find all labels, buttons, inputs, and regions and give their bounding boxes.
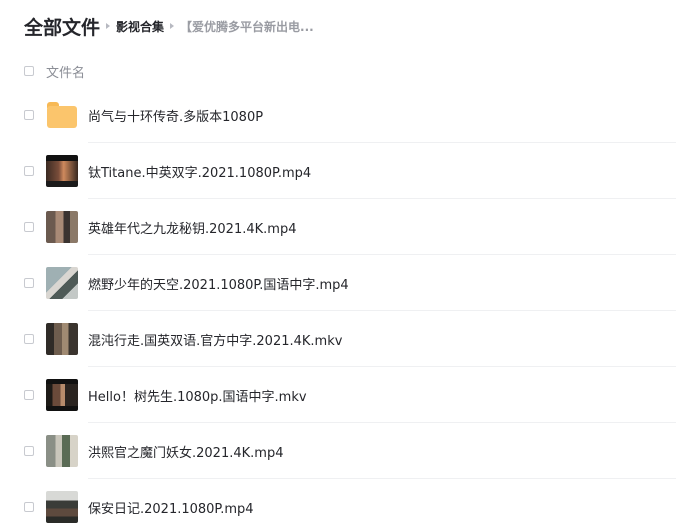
breadcrumb-current[interactable]: 【爱优腾多平台新出电... <box>180 18 314 35</box>
column-header-filename[interactable]: 文件名 <box>46 62 85 81</box>
row-checkbox[interactable] <box>24 334 34 344</box>
file-name[interactable]: Hello！树先生.1080p.国语中字.mkv <box>88 386 307 405</box>
file-name[interactable]: 混沌行走.国英双语.官方中字.2021.4K.mkv <box>88 330 342 349</box>
row-checkbox[interactable] <box>24 390 34 400</box>
file-row[interactable]: 钛Titane.中英双字.2021.1080P.mp4 <box>0 143 676 199</box>
file-browser: 全部文件 影视合集 【爱优腾多平台新出电... 文件名 尚气与十环传奇.多版本1… <box>0 0 676 531</box>
breadcrumb: 全部文件 影视合集 【爱优腾多平台新出电... <box>24 12 314 40</box>
file-name[interactable]: 燃野少年的天空.2021.1080P.国语中字.mp4 <box>88 274 349 293</box>
breadcrumb-separator-icon <box>106 23 111 29</box>
file-row[interactable]: 洪熙官之魔门妖女.2021.4K.mp4 <box>0 423 676 479</box>
file-name[interactable]: 保安日记.2021.1080P.mp4 <box>88 498 254 517</box>
file-row[interactable]: 英雄年代之九龙秘钥.2021.4K.mp4 <box>0 199 676 255</box>
file-row[interactable]: Hello！树先生.1080p.国语中字.mkv <box>0 367 676 423</box>
file-name[interactable]: 钛Titane.中英双字.2021.1080P.mp4 <box>88 162 311 181</box>
row-checkbox[interactable] <box>24 446 34 456</box>
breadcrumb-root[interactable]: 全部文件 <box>24 13 100 40</box>
video-thumbnail <box>46 379 78 411</box>
video-thumbnail <box>46 491 78 523</box>
row-checkbox[interactable] <box>24 278 34 288</box>
select-all-checkbox[interactable] <box>24 66 34 76</box>
video-thumbnail <box>46 323 78 355</box>
file-row[interactable]: 混沌行走.国英双语.官方中字.2021.4K.mkv <box>0 311 676 367</box>
breadcrumb-separator-icon <box>170 23 175 29</box>
list-header: 文件名 <box>0 58 676 84</box>
file-row[interactable]: 保安日记.2021.1080P.mp4 <box>0 479 676 531</box>
video-thumbnail <box>46 211 78 243</box>
video-thumbnail <box>46 155 78 187</box>
file-list: 尚气与十环传奇.多版本1080P 钛Titane.中英双字.2021.1080P… <box>0 87 676 531</box>
file-name[interactable]: 尚气与十环传奇.多版本1080P <box>88 106 263 125</box>
file-name[interactable]: 英雄年代之九龙秘钥.2021.4K.mp4 <box>88 218 296 237</box>
row-checkbox[interactable] <box>24 166 34 176</box>
file-row[interactable]: 燃野少年的天空.2021.1080P.国语中字.mp4 <box>0 255 676 311</box>
row-checkbox[interactable] <box>24 222 34 232</box>
row-checkbox[interactable] <box>24 110 34 120</box>
video-thumbnail <box>46 267 78 299</box>
breadcrumb-folder[interactable]: 影视合集 <box>116 18 164 35</box>
row-checkbox[interactable] <box>24 502 34 512</box>
file-row[interactable]: 尚气与十环传奇.多版本1080P <box>0 87 676 143</box>
video-thumbnail <box>46 435 78 467</box>
file-name[interactable]: 洪熙官之魔门妖女.2021.4K.mp4 <box>88 442 283 461</box>
folder-icon <box>47 102 77 128</box>
